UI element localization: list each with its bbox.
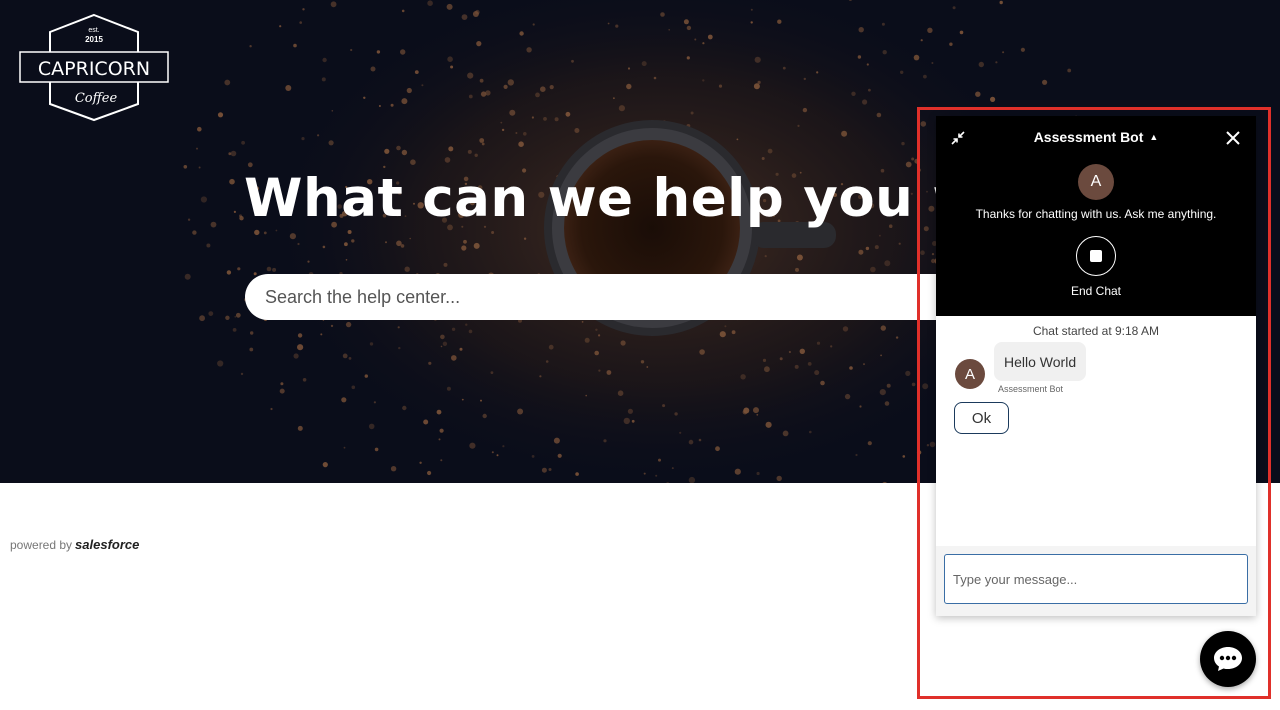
bot-avatar: A bbox=[1078, 164, 1114, 200]
chat-title-label: Assessment Bot bbox=[1033, 129, 1144, 145]
chat-started-timestamp: Chat started at 9:18 AM bbox=[1032, 324, 1160, 338]
chat-window: Assessment Bot ▲ A Thanks for chatting wi… bbox=[936, 116, 1256, 616]
powered-by-label: powered by bbox=[10, 538, 73, 552]
close-icon bbox=[1226, 131, 1240, 145]
chat-title[interactable]: Assessment Bot ▲ bbox=[936, 129, 1256, 145]
svg-text:2015: 2015 bbox=[85, 35, 103, 44]
end-chat-label: End Chat bbox=[1070, 284, 1122, 298]
svg-text:Coffee: Coffee bbox=[75, 91, 118, 106]
caret-up-icon: ▲ bbox=[1149, 132, 1159, 142]
stop-icon bbox=[1090, 250, 1102, 262]
message-bubble: Hello World bbox=[994, 342, 1087, 381]
chat-messages: Chat started at 9:18 AM A Hello World As… bbox=[936, 316, 1256, 546]
chat-message-input[interactable] bbox=[944, 554, 1248, 604]
message-avatar: A bbox=[955, 359, 985, 389]
capricorn-coffee-logo: est. 2015 CAPRICORN Coffee bbox=[19, 13, 169, 122]
chat-bubble-icon bbox=[1214, 647, 1242, 671]
salesforce-brand: salesforce bbox=[75, 537, 140, 552]
end-chat-button[interactable] bbox=[1076, 236, 1116, 276]
close-button[interactable] bbox=[1222, 127, 1244, 149]
chat-greeting: Thanks for chatting with us. Ask me anyt… bbox=[975, 207, 1217, 221]
svg-text:CAPRICORN: CAPRICORN bbox=[38, 58, 150, 80]
chat-header: Assessment Bot ▲ A Thanks for chatting wi… bbox=[936, 116, 1256, 316]
powered-by-footer: powered by salesforce bbox=[10, 537, 139, 552]
quick-reply-ok-button[interactable]: Ok bbox=[954, 402, 1009, 434]
chat-launcher-button[interactable] bbox=[1200, 631, 1256, 687]
help-center-search-input[interactable] bbox=[245, 274, 965, 320]
svg-text:est.: est. bbox=[88, 27, 99, 34]
hero-title: What can we help you w bbox=[244, 168, 982, 229]
message-sender: Assessment Bot bbox=[998, 384, 1064, 394]
